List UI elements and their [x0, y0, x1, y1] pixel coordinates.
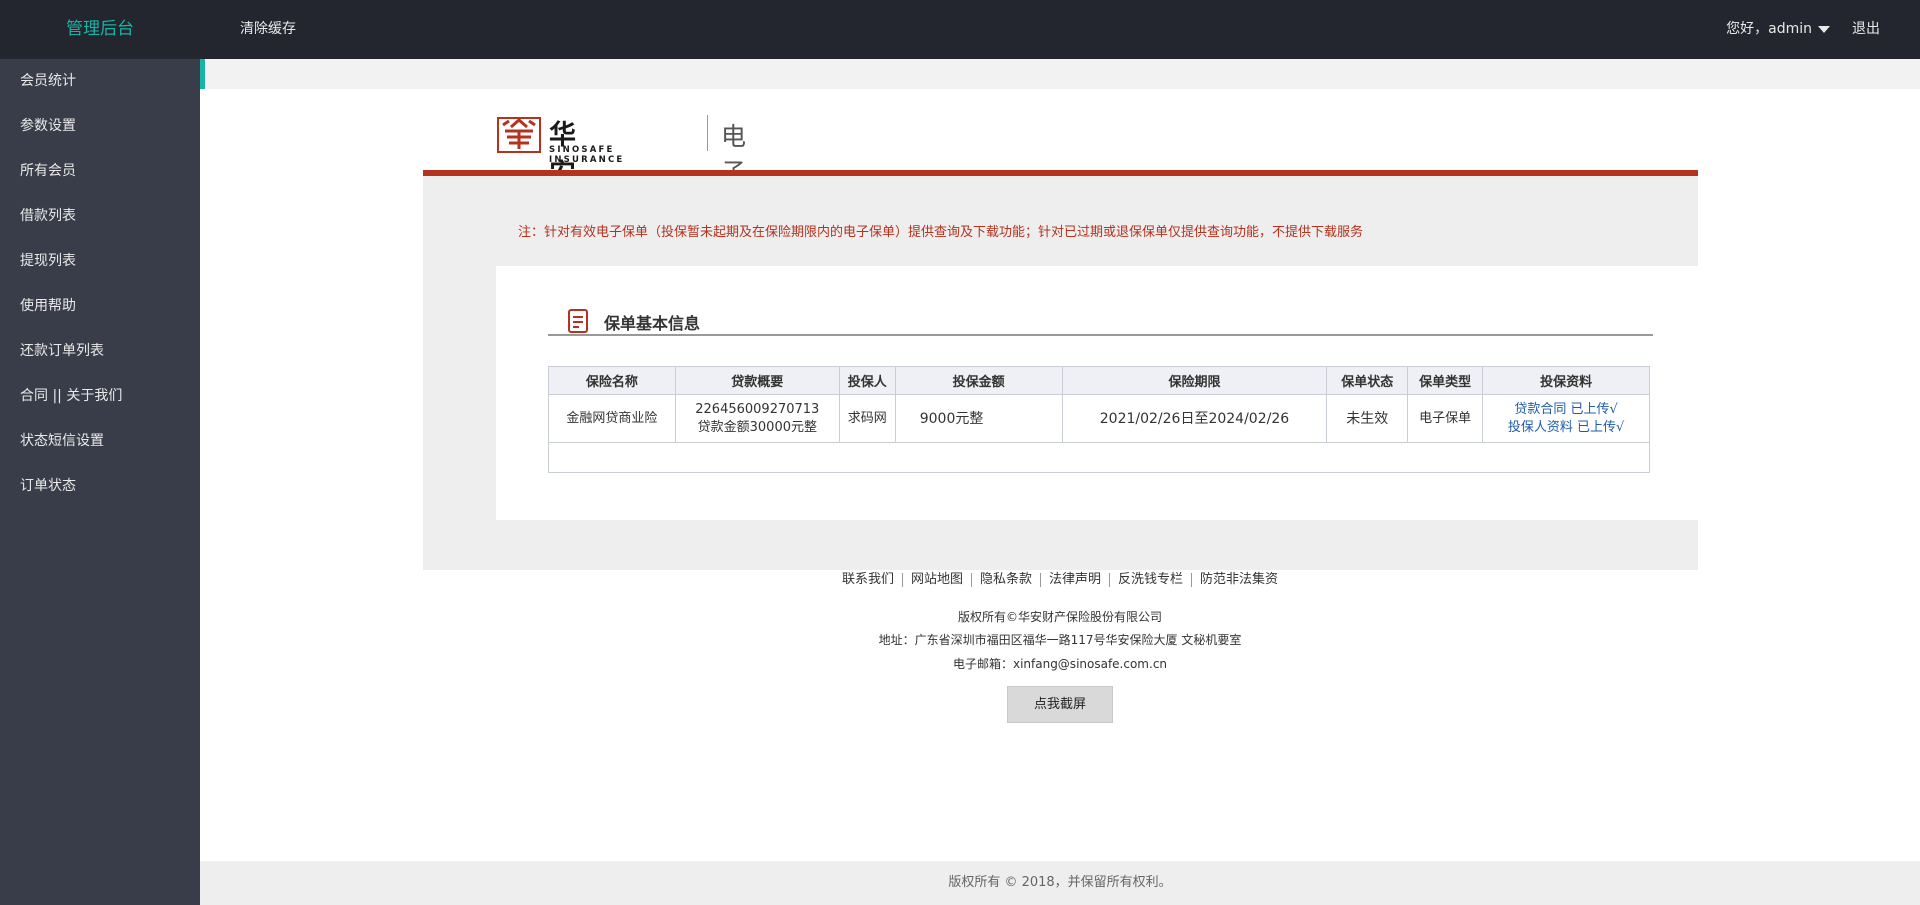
user-greeting: 您好，admin — [1726, 21, 1812, 37]
sidebar: 会员统计 参数设置 所有会员 借款列表 提现列表 使用帮助 还款订单列表 合同 … — [0, 59, 200, 905]
cell-status: 未生效 — [1326, 394, 1409, 443]
cell-amount: 9000元整 — [894, 394, 1063, 443]
col-header-status: 保单状态 — [1326, 366, 1409, 395]
content-tab-strip — [205, 59, 1920, 89]
sidebar-item-repayment-orders[interactable]: 还款订单列表 — [0, 329, 200, 374]
cell-insurance-name: 金融网贷商业险 — [548, 394, 676, 443]
footer-address: 地址：广东省深圳市福田区福华一路117号华安保险大厦 文秘机要室 — [878, 633, 1242, 647]
table-row-empty — [548, 442, 1650, 473]
sidebar-item-parameters[interactable]: 参数设置 — [0, 104, 200, 149]
sidebar-item-loan-list[interactable]: 借款列表 — [0, 194, 200, 239]
copyright-bar: 版权所有 © 2018，并保留所有权利。 — [200, 861, 1920, 905]
footer-link-fraud[interactable]: 防范非法集资 — [1191, 573, 1286, 587]
sidebar-item-order-status[interactable]: 订单状态 — [0, 464, 200, 509]
top-header: 管理后台 清除缓存 您好，admin 退出 — [0, 0, 1920, 59]
logout-link[interactable]: 退出 — [1852, 0, 1880, 59]
footer-link-legal[interactable]: 法律声明 — [1040, 573, 1109, 587]
sidebar-item-help[interactable]: 使用帮助 — [0, 284, 200, 329]
col-header-insurance-name: 保险名称 — [548, 366, 676, 395]
screenshot-button[interactable]: 点我截屏 — [1007, 686, 1113, 723]
col-header-amount: 投保金额 — [894, 366, 1063, 395]
footer-rights: 版权所有©华安财产保险股份有限公司 — [957, 610, 1162, 624]
col-header-period: 保险期限 — [1061, 366, 1328, 395]
table-row: 金融网贷商业险 226456009270713 贷款金额30000元整 求码网 … — [548, 394, 1650, 443]
col-header-documents: 投保资料 — [1482, 366, 1650, 395]
cell-loan-summary: 226456009270713 贷款金额30000元整 — [674, 394, 840, 443]
footer-email: 电子邮箱：xinfang@sinosafe.com.cn — [952, 657, 1168, 671]
footer-link-privacy[interactable]: 隐私条款 — [970, 573, 1040, 587]
cell-applicant: 求码网 — [838, 394, 896, 443]
loan-number: 226456009270713 — [695, 401, 820, 417]
sidebar-item-member-stats[interactable]: 会员统计 — [0, 59, 200, 104]
sidebar-item-sms-settings[interactable]: 状态短信设置 — [0, 419, 200, 464]
cell-documents: 贷款合同 已上传√ 投保人资料 已上传√ — [1482, 394, 1650, 443]
clear-cache-link[interactable]: 清除缓存 — [240, 0, 296, 59]
caret-down-icon — [1818, 25, 1830, 33]
cell-type: 电子保单 — [1407, 394, 1484, 443]
section-header: 保单基本信息 — [548, 306, 1653, 336]
cell-period: 2021/02/26日至2024/02/26 — [1061, 394, 1328, 443]
sidebar-item-all-members[interactable]: 所有会员 — [0, 149, 200, 194]
policy-card: 保单基本信息 保险名称 贷款概要 投保人 投保金额 保险期限 保单状态 保单类型… — [496, 266, 1698, 520]
sidebar-item-withdraw-list[interactable]: 提现列表 — [0, 239, 200, 284]
sidebar-item-contract-about[interactable]: 合同 || 关于我们 — [0, 374, 200, 419]
table-header-row: 保险名称 贷款概要 投保人 投保金额 保险期限 保单状态 保单类型 投保资料 — [548, 366, 1650, 395]
document-icon — [568, 309, 588, 333]
footer-link-contact[interactable]: 联系我们 — [834, 573, 902, 587]
policy-panel: 注：针对有效电子保单（投保暂未起期及在保险期限内的电子保单）提供查询及下载功能；… — [423, 170, 1698, 570]
col-header-type: 保单类型 — [1407, 366, 1484, 395]
applicant-info-link[interactable]: 投保人资料 已上传√ — [1483, 419, 1649, 437]
loan-amount: 贷款金额30000元整 — [697, 419, 817, 435]
footer-link-sitemap[interactable]: 网站地图 — [901, 573, 971, 587]
loan-contract-link[interactable]: 贷款合同 已上传√ — [1483, 401, 1649, 419]
sinosafe-logo-icon — [497, 117, 541, 153]
content-area: 华安保险 SINOSAFE INSURANCE 电子保单系统 注：针对有效电子保… — [200, 59, 1920, 905]
logo-english-name: SINOSAFE INSURANCE — [549, 145, 625, 165]
brand-title[interactable]: 管理后台 — [0, 0, 200, 59]
col-header-applicant: 投保人 — [838, 366, 896, 395]
footer-links: 联系我们 网站地图 隐私条款 法律声明 反洗钱专栏 防范非法集资 — [200, 572, 1920, 587]
col-header-loan-summary: 贷款概要 — [674, 366, 840, 395]
footer-link-aml[interactable]: 反洗钱专栏 — [1109, 573, 1191, 587]
user-menu[interactable]: 您好，admin — [1726, 0, 1830, 59]
policy-table: 保险名称 贷款概要 投保人 投保金额 保险期限 保单状态 保单类型 投保资料 金… — [548, 366, 1650, 473]
section-title: 保单基本信息 — [604, 314, 701, 333]
notice-text: 注：针对有效电子保单（投保暂未起期及在保险期限内的电子保单）提供查询及下载功能；… — [518, 225, 1364, 240]
logo-divider — [707, 115, 708, 151]
